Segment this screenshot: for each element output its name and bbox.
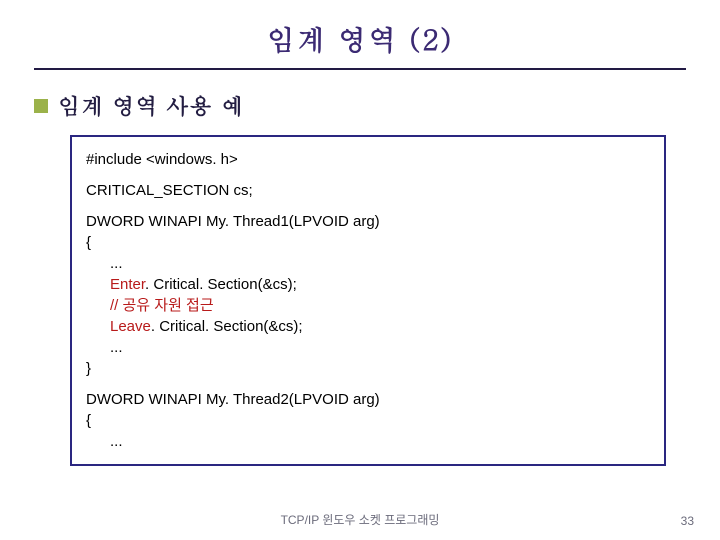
code-line: ... [86,431,650,452]
code-line: CRITICAL_SECTION cs; [86,180,650,201]
code-line: { [86,232,650,253]
footer: TCP/IP 윈도우 소켓 프로그래밍 33 [0,511,720,528]
bullet-icon [34,99,48,113]
slide-title: 임계 영역 (2) [34,18,686,58]
footer-text: TCP/IP 윈도우 소켓 프로그래밍 [0,511,720,528]
page-number: 33 [681,514,694,528]
code-line: { [86,410,650,431]
code-line: ... [86,253,650,274]
subtitle-text: 임계 영역 사용 예 [58,90,244,121]
code-line: DWORD WINAPI My. Thread2(LPVOID arg) [86,389,650,410]
code-line: ... [86,337,650,358]
code-line: } [86,358,650,379]
code-box: #include <windows. h> CRITICAL_SECTION c… [70,135,666,466]
subtitle-row: 임계 영역 사용 예 [34,90,686,121]
code-line: #include <windows. h> [86,149,650,170]
code-line: DWORD WINAPI My. Thread1(LPVOID arg) [86,211,650,232]
code-line: Leave. Critical. Section(&cs); [86,316,650,337]
code-line: Enter. Critical. Section(&cs); [86,274,650,295]
code-line: // 공유 자원 접근 [86,295,650,316]
title-underline [34,68,686,70]
